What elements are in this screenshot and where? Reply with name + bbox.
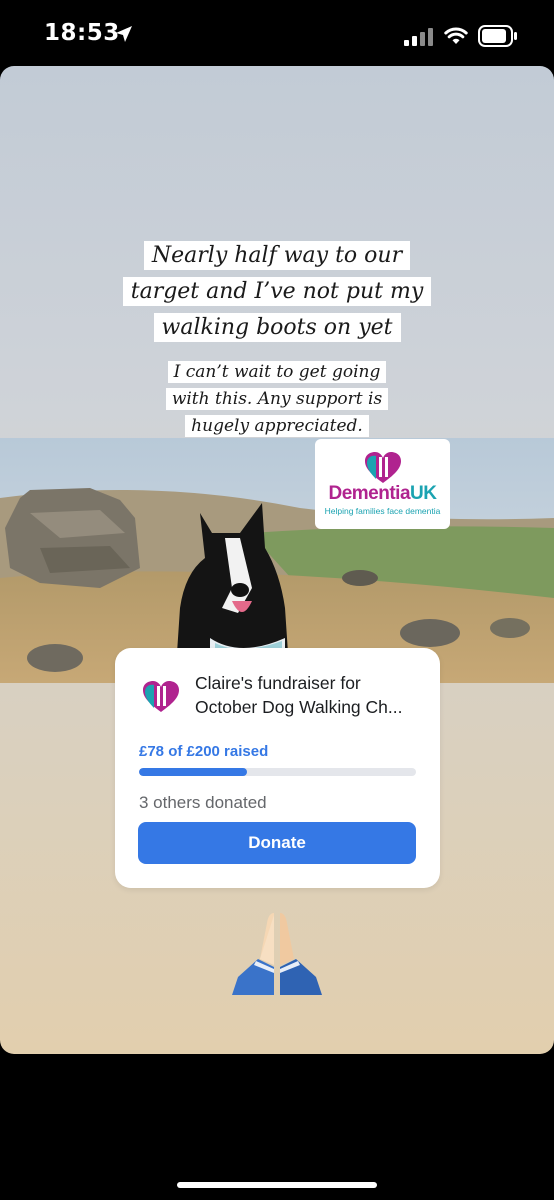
praying-hands-emoji	[232, 913, 322, 995]
status-bar: 18:53	[0, 0, 554, 68]
donate-button[interactable]: Donate	[138, 822, 416, 864]
headline-line: Nearly half way to our	[143, 241, 411, 270]
logo-wordmark: DementiaUK	[315, 483, 450, 505]
fundraiser-progress-bar	[139, 768, 416, 776]
story-headline: Nearly half way to our target and I’ve n…	[0, 238, 554, 346]
status-time: 18:53	[44, 20, 120, 46]
dementia-uk-heart-icon	[143, 681, 179, 712]
story-subtext: I can’t wait to get going with this. Any…	[0, 359, 554, 440]
fundraiser-progress-fill	[139, 768, 248, 776]
headline-line: walking boots on yet	[153, 313, 401, 342]
dementia-uk-heart-icon	[365, 452, 401, 483]
fundraiser-card[interactable]: Claire's fundraiser for October Dog Walk…	[115, 648, 440, 888]
dementia-uk-logo: DementiaUK Helping families face dementi…	[315, 439, 450, 529]
subtext-line: hugely appreciated.	[185, 415, 369, 437]
story-card[interactable]: Nearly half way to our target and I’ve n…	[0, 66, 554, 1054]
headline-line: target and I’ve not put my	[122, 277, 432, 306]
logo-name-part2: UK	[410, 483, 437, 504]
logo-name-part1: Dementia	[328, 483, 411, 504]
amount-raised: £78 of £200 raised	[139, 743, 269, 760]
fundraiser-title[interactable]: Claire's fundraiser for October Dog Walk…	[195, 671, 425, 719]
fundraiser-title-line1: Claire's fundraiser for	[195, 673, 361, 693]
home-indicator[interactable]	[177, 1182, 377, 1188]
dog-moorland-photo	[0, 438, 554, 683]
subtext-line: with this. Any support is	[165, 388, 389, 410]
wifi-icon	[444, 27, 468, 44]
location-arrow-icon	[116, 26, 132, 42]
cellular-signal-icon	[404, 28, 433, 46]
donor-count: 3 others donated	[139, 793, 267, 812]
logo-tagline: Helping families face dementia	[324, 506, 441, 516]
subtext-line: I can’t wait to get going	[167, 361, 387, 383]
fundraiser-title-line2: October Dog Walking Ch...	[195, 697, 403, 717]
battery-icon	[478, 25, 517, 47]
